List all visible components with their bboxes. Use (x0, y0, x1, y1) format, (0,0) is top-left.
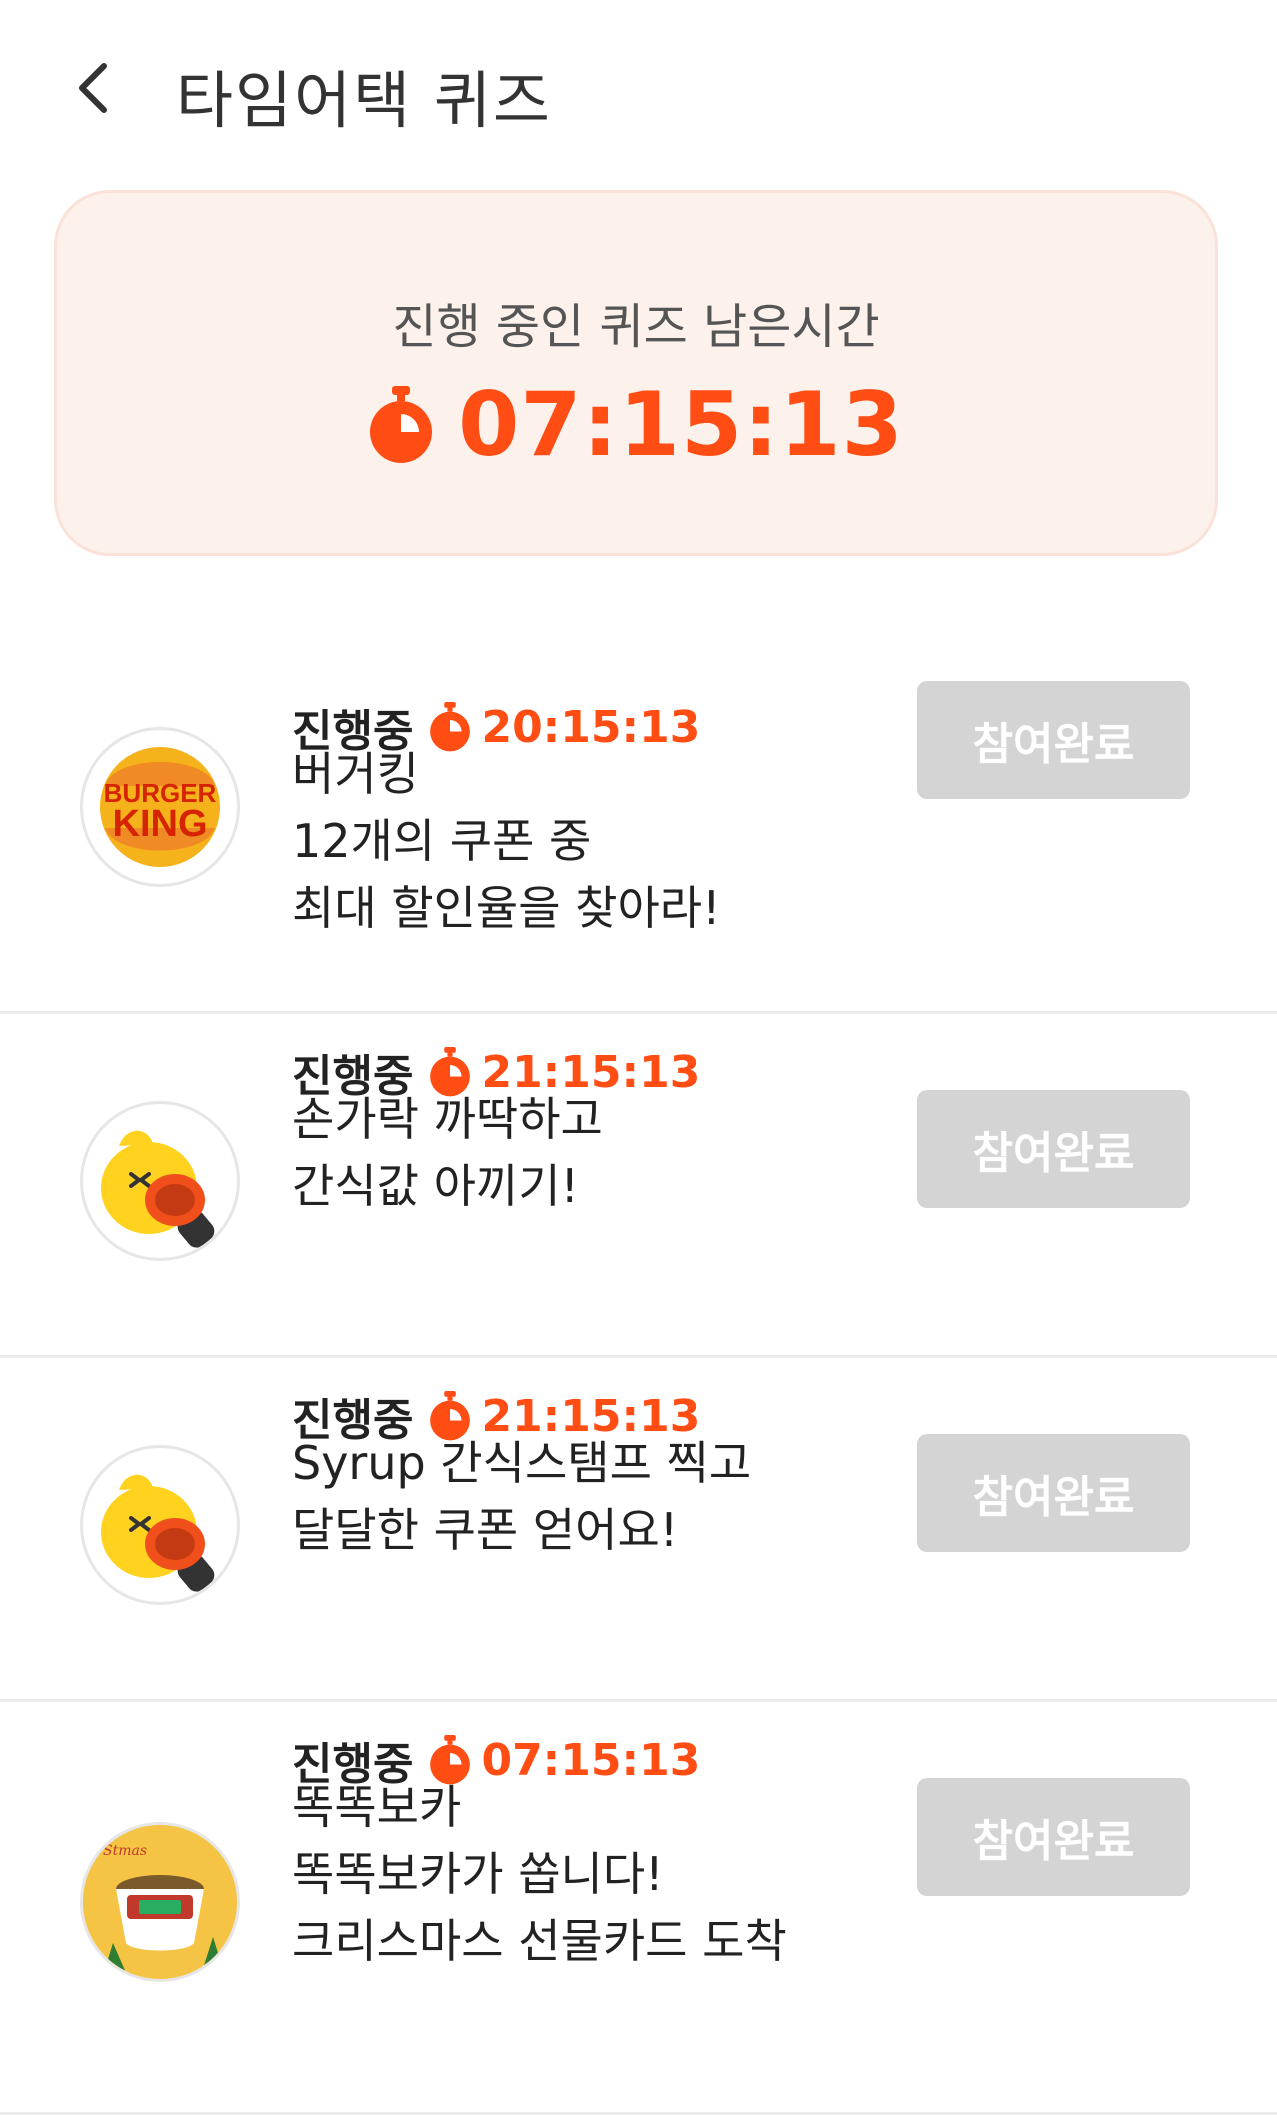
app-header: 타임어택 퀴즈 (0, 0, 1277, 180)
remaining-time-label: 진행 중인 퀴즈 남은시간 (392, 299, 880, 355)
quiz-description-line: 똑똑보카가 쏩니다! (292, 1847, 664, 1901)
join-complete-button[interactable]: 참여완료 (917, 1434, 1190, 1552)
chevron-left-icon (79, 63, 107, 113)
quiz-description-line: 크리스마스 선물카드 도착 (292, 1914, 787, 1968)
quiz-description-line: 버거킹 (292, 747, 419, 801)
quiz-item[interactable]: 진행중 21:15:13 Syrup 간식스탬프 찍고 달달한 쿠폰 얻어요! … (0, 1356, 1277, 1702)
quiz-item[interactable]: BURGER KING 진행중 20:15:13 버거킹 12개의 쿠폰 중 최… (0, 667, 1277, 1014)
brand-logo-line2: KING (113, 803, 208, 845)
stopwatch-icon (370, 385, 433, 463)
join-complete-button[interactable]: 참여완료 (917, 681, 1190, 799)
quiz-description: 손가락 까딱하고 간식값 아끼기! (292, 1086, 603, 1220)
quiz-description-line: 12개의 쿠폰 중 (292, 814, 592, 868)
page-title: 타임어택 퀴즈 (176, 64, 552, 137)
apeach-stamp-character-icon (80, 1101, 240, 1261)
quiz-description: 버거킹 12개의 쿠폰 중 최대 할인율을 찾아라! (292, 741, 721, 942)
quiz-item[interactable]: 진행중 21:15:13 손가락 까딱하고 간식값 아끼기! 참여완료 (0, 1012, 1277, 1358)
join-complete-button[interactable]: 참여완료 (917, 1778, 1190, 1896)
quiz-description: 똑똑보카 똑똑보카가 쏩니다! 크리스마스 선물카드 도착 (292, 1774, 787, 1975)
quiz-description-line: 간식값 아끼기! (292, 1159, 579, 1213)
back-button[interactable] (72, 58, 122, 118)
apeach-stamp-character-icon (80, 1445, 240, 1605)
quiz-description-line: 똑똑보카 (292, 1780, 462, 1834)
remaining-time-row: 07:15:13 (57, 373, 1215, 476)
quiz-item[interactable]: Stmas 진행중 07:15:13 똑똑보카 똑똑보카가 쏩니다! 크리스마스… (0, 1700, 1277, 2115)
remaining-time-value: 07:15:13 (458, 373, 904, 476)
quiz-description: Syrup 간식스탬프 찍고 달달한 쿠폰 얻어요! (292, 1430, 751, 1564)
join-complete-button[interactable]: 참여완료 (917, 1090, 1190, 1208)
quiz-description-line: Syrup 간식스탬프 찍고 (292, 1436, 752, 1490)
instant-noodle-cup-icon: Stmas (80, 1822, 240, 1982)
noodle-logo-text: Stmas (103, 1843, 147, 1859)
quiz-description-line: 최대 할인율을 찾아라! (292, 881, 721, 935)
quiz-description-line: 손가락 까딱하고 (292, 1092, 603, 1146)
burger-king-logo: BURGER KING (80, 727, 240, 887)
remaining-time-card: 진행 중인 퀴즈 남은시간 07:15:13 (54, 190, 1218, 556)
quiz-description-line: 달달한 쿠폰 얻어요! (292, 1503, 679, 1557)
